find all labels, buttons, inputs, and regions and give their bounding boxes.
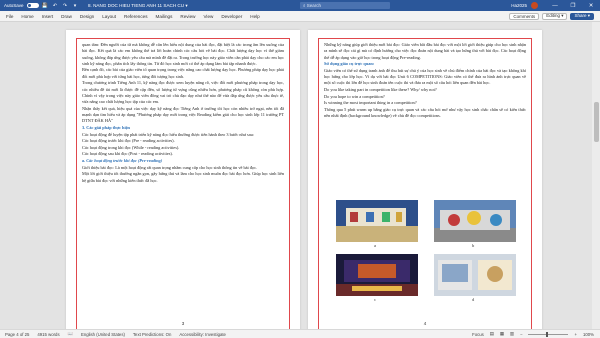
paragraph[interactable]: Do you hope to win a competition?: [324, 94, 526, 100]
paragraph[interactable]: Nhận thấy kết quả, hiệu quả của việc dạy…: [82, 106, 284, 125]
photo-caption: c: [374, 297, 376, 302]
zoom-level[interactable]: 100%: [583, 332, 594, 337]
user-name[interactable]: Ha2025: [511, 3, 527, 8]
tab-review[interactable]: Review: [176, 11, 199, 22]
save-icon[interactable]: 💾: [42, 3, 49, 9]
paragraph[interactable]: Một lời giới thiệu tốt thường ngắn gọn, …: [82, 171, 284, 184]
tab-design[interactable]: Design: [76, 11, 98, 22]
document-canvas[interactable]: quan tâm: Đến người của từ mà không dễ c…: [0, 22, 600, 329]
close-icon[interactable]: ✕: [582, 0, 600, 11]
read-mode-icon[interactable]: ▤: [490, 331, 494, 337]
text-predictions-status[interactable]: Text Predictions: On: [133, 332, 171, 337]
focus-button[interactable]: Focus: [472, 332, 484, 337]
paragraph[interactable]: Thông qua 5 phút warm up bằng giáo cụ tr…: [324, 107, 526, 120]
page-number: 4: [423, 321, 427, 326]
page-number: 3: [181, 321, 185, 326]
paragraph[interactable]: Các hoạt động để luyện tập phát triển kỹ…: [82, 132, 284, 138]
scrollbar-thumb[interactable]: [594, 102, 599, 142]
photo-caption: b: [472, 243, 475, 248]
print-layout-icon[interactable]: ▦: [500, 331, 504, 337]
tab-layout[interactable]: Layout: [98, 11, 120, 22]
editing-button[interactable]: Editing ▾: [542, 12, 568, 20]
page-content[interactable]: Những kỹ năng giúp giới thiệu mới bài đọ…: [324, 42, 526, 120]
language-indicator[interactable]: English (United States): [81, 332, 125, 337]
tab-view[interactable]: View: [199, 11, 217, 22]
tab-draw[interactable]: Draw: [57, 11, 76, 22]
paragraph[interactable]: Giáo viên có thể sử dụng tranh ảnh để th…: [324, 68, 526, 87]
page-indicator[interactable]: Page 4 of 25: [5, 332, 29, 337]
search-placeholder: Search: [306, 3, 322, 8]
restore-icon[interactable]: ❐: [564, 0, 582, 11]
paragraph[interactable]: quan tâm: Đến người của từ mà không dễ c…: [82, 42, 284, 67]
tab-insert[interactable]: Insert: [38, 11, 58, 22]
redo-icon[interactable]: ↷: [62, 3, 69, 9]
competition-photo-a[interactable]: [336, 200, 418, 242]
search-box[interactable]: ⌕ Search: [300, 2, 390, 9]
page-left[interactable]: quan tâm: Đến người của từ mà không dễ c…: [66, 30, 300, 329]
zoom-slider[interactable]: [528, 331, 569, 337]
avatar[interactable]: [531, 2, 538, 9]
share-button[interactable]: Share ▾: [570, 12, 594, 20]
section-heading[interactable]: 3. Các giải pháp thực hiện: [82, 125, 284, 131]
page-right[interactable]: Những kỹ năng giúp giới thiệu mới bài đọ…: [308, 30, 542, 329]
competition-photo-b[interactable]: [434, 200, 516, 242]
status-bar: Page 4 of 25 4915 words 📖 English (Unite…: [0, 329, 600, 338]
competition-photo-d[interactable]: [434, 254, 516, 296]
paragraph[interactable]: Do you like taking part in competition l…: [324, 87, 526, 93]
paragraph[interactable]: Giới thiệu bài đọc: Là một hoạt động rất…: [82, 165, 284, 171]
zoom-in-icon[interactable]: +: [574, 332, 577, 337]
accessibility-status[interactable]: Accessibility: Investigate: [179, 332, 226, 337]
comments-button[interactable]: Comments: [509, 12, 540, 20]
photo-caption: d: [472, 297, 475, 302]
paragraph[interactable]: Những kỹ năng giúp giới thiệu mới bài đọ…: [324, 42, 526, 61]
web-layout-icon[interactable]: ▥: [510, 331, 514, 337]
tab-developer[interactable]: Developer: [217, 11, 246, 22]
paragraph[interactable]: Trong chương trình Tiếng Anh 11, kỹ năng…: [82, 80, 284, 105]
paragraph[interactable]: Các hoạt động sau khi đọc (Post - readin…: [82, 151, 284, 157]
vertical-scrollbar[interactable]: [592, 22, 600, 329]
undo-icon[interactable]: ↶: [52, 3, 59, 9]
ribbon-tabs: File Home Insert Draw Design Layout Refe…: [0, 11, 600, 22]
tab-references[interactable]: References: [120, 11, 152, 22]
paragraph[interactable]: Các hoạt động trước khi đọc (Pre - readi…: [82, 138, 284, 144]
photo-caption: a: [374, 243, 376, 248]
tab-home[interactable]: Home: [17, 11, 37, 22]
sub-heading[interactable]: a. Các hoạt động trước khi đọc (Pre-read…: [82, 158, 284, 164]
customize-toolbar-icon[interactable]: ▾: [72, 3, 79, 9]
paragraph[interactable]: Is winning the most important thing in a…: [324, 100, 526, 106]
section-heading[interactable]: Sử dụng giáo cụ trực quan:: [324, 61, 526, 67]
tab-file[interactable]: File: [0, 11, 17, 22]
proofing-icon[interactable]: 📖: [68, 331, 73, 337]
tab-help[interactable]: Help: [246, 11, 263, 22]
competition-photo-c[interactable]: [336, 254, 418, 296]
minimize-icon[interactable]: —: [546, 0, 564, 11]
autosave-label: AutoSave: [4, 3, 24, 8]
zoom-out-icon[interactable]: −: [520, 332, 523, 337]
title-bar: AutoSave 💾 ↶ ↷ ▾ 8. NANG DOC HIEU TIENG …: [0, 0, 600, 11]
page-content[interactable]: quan tâm: Đến người của từ mà không dễ c…: [82, 42, 284, 184]
document-title[interactable]: 8. NANG DOC HIEU TIENG ANH 11 SACH CU ▾: [88, 3, 188, 9]
autosave-toggle[interactable]: [26, 3, 39, 8]
tab-mailings[interactable]: Mailings: [152, 11, 177, 22]
paragraph[interactable]: Bên cạnh đó, các bài của giáo viên tổ qu…: [82, 67, 284, 80]
word-count[interactable]: 4915 words: [37, 332, 59, 337]
paragraph[interactable]: Các hoạt động trong khi đọc (While - rea…: [82, 145, 284, 151]
